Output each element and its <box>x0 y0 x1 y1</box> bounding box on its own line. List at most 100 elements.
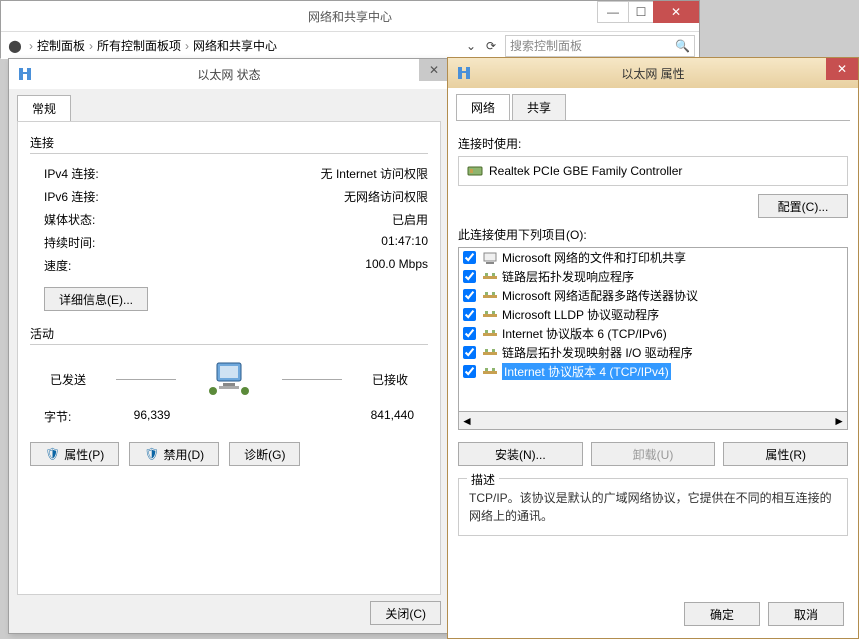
item-checkbox[interactable] <box>463 251 476 264</box>
tab-strip: 网络 共享 <box>448 88 858 120</box>
network-icon <box>17 66 33 82</box>
activity-group-label: 活动 <box>30 325 428 345</box>
description-text: TCP/IP。该协议是默认的广域网络协议，它提供在不同的相互连接的网络上的通讯。 <box>469 489 837 525</box>
ethernet-status-dialog: 以太网 状态 ✕ 常规 连接 IPv4 连接:无 Internet 访问权限 I… <box>8 58 450 634</box>
adapter-icon <box>467 163 483 179</box>
description-legend: 描述 <box>467 471 499 488</box>
install-button[interactable]: 安装(N)... <box>458 442 583 466</box>
dialog-titlebar: 以太网 状态 ✕ <box>9 59 449 89</box>
item-label: Internet 协议版本 6 (TCP/IPv6) <box>502 325 667 342</box>
connect-using-label: 连接时使用: <box>458 135 848 152</box>
search-icon: 🔍 <box>675 39 690 53</box>
breadcrumb-bar: ⬤ › 控制面板 › 所有控制面板项 › 网络和共享中心 ⌄ ⟳ 搜索控制面板 … <box>1 31 699 59</box>
duration-label: 持续时间: <box>44 234 95 251</box>
speed-value: 100.0 Mbps <box>365 257 428 274</box>
item-checkbox[interactable] <box>463 289 476 302</box>
breadcrumb-item[interactable]: 网络和共享中心 <box>193 37 277 54</box>
ipv6-label: IPv6 连接: <box>44 188 99 205</box>
item-checkbox[interactable] <box>463 327 476 340</box>
tab-network[interactable]: 网络 <box>456 94 510 120</box>
cancel-button[interactable]: 取消 <box>768 602 844 626</box>
duration-value: 01:47:10 <box>381 234 428 251</box>
list-item[interactable]: Internet 协议版本 6 (TCP/IPv6) <box>459 324 847 343</box>
bytes-label: 字节: <box>44 408 71 425</box>
search-placeholder: 搜索控制面板 <box>510 37 582 54</box>
list-item[interactable]: Microsoft LLDP 协议驱动程序 <box>459 305 847 324</box>
media-value: 已启用 <box>392 211 428 228</box>
uninstall-button: 卸载(U) <box>591 442 716 466</box>
items-label: 此连接使用下列项目(O): <box>458 226 848 243</box>
list-item[interactable]: Microsoft 网络的文件和打印机共享 <box>459 248 847 267</box>
scroll-left-icon[interactable]: ◄ <box>461 414 473 428</box>
bytes-sent-value: 96,339 <box>71 408 232 425</box>
scroll-right-icon[interactable]: ► <box>833 414 845 428</box>
close-button[interactable]: ✕ <box>653 1 699 23</box>
window-title: 网络和共享中心 <box>308 8 392 25</box>
item-label: 链路层拓扑发现映射器 I/O 驱动程序 <box>502 344 693 361</box>
shield-icon: 🛡 <box>45 447 60 461</box>
horizontal-scrollbar[interactable]: ◄ ► <box>458 412 848 430</box>
bytes-recv-value: 841,440 <box>253 408 414 425</box>
item-checkbox[interactable] <box>463 365 476 378</box>
window-titlebar: 网络和共享中心 — ☐ ✕ <box>1 1 699 31</box>
close-dialog-button[interactable]: 关闭(C) <box>370 601 441 625</box>
list-item[interactable]: Microsoft 网络适配器多路传送器协议 <box>459 286 847 305</box>
tab-strip: 常规 <box>9 89 449 121</box>
item-properties-button[interactable]: 属性(R) <box>723 442 848 466</box>
tab-content: 连接时使用: Realtek PCIe GBE Family Controlle… <box>448 121 858 542</box>
tab-sharing[interactable]: 共享 <box>512 94 566 120</box>
speed-label: 速度: <box>44 257 71 274</box>
item-label: Microsoft LLDP 协议驱动程序 <box>502 306 659 323</box>
chevron-down-icon[interactable]: ⌄ <box>461 39 481 53</box>
properties-button[interactable]: 🛡属性(P) <box>30 442 119 466</box>
refresh-icon[interactable]: ⟳ <box>481 39 501 53</box>
shield-icon: 🛡 <box>144 447 159 461</box>
item-label: Internet 协议版本 4 (TCP/IPv4) <box>502 363 671 380</box>
tab-general[interactable]: 常规 <box>17 95 71 121</box>
media-label: 媒体状态: <box>44 211 95 228</box>
tab-content: 连接 IPv4 连接:无 Internet 访问权限 IPv6 连接:无网络访问… <box>17 121 441 595</box>
protocol-icon <box>482 308 498 322</box>
protocol-icon <box>482 289 498 303</box>
history-icon[interactable]: ⬤ <box>5 39 25 53</box>
sent-label: 已发送 <box>50 371 86 388</box>
breadcrumb-item[interactable]: 控制面板 <box>37 37 85 54</box>
minimize-button[interactable]: — <box>597 1 629 23</box>
maximize-button[interactable]: ☐ <box>628 1 654 23</box>
item-checkbox[interactable] <box>463 270 476 283</box>
dialog-title: 以太网 属性 <box>621 65 684 82</box>
service-icon <box>482 251 498 265</box>
recv-label: 已接收 <box>372 371 408 388</box>
close-button[interactable]: ✕ <box>419 59 449 81</box>
item-label: 链路层拓扑发现响应程序 <box>502 268 634 285</box>
adapter-name: Realtek PCIe GBE Family Controller <box>489 164 682 178</box>
ipv4-label: IPv4 连接: <box>44 165 99 182</box>
protocol-icon <box>482 327 498 341</box>
list-item[interactable]: 链路层拓扑发现映射器 I/O 驱动程序 <box>459 343 847 362</box>
item-label: Microsoft 网络适配器多路传送器协议 <box>502 287 698 304</box>
item-checkbox[interactable] <box>463 346 476 359</box>
list-item[interactable]: 链路层拓扑发现响应程序 <box>459 267 847 286</box>
breadcrumb-item[interactable]: 所有控制面板项 <box>97 37 181 54</box>
item-label: Microsoft 网络的文件和打印机共享 <box>502 249 686 266</box>
network-items-list[interactable]: Microsoft 网络的文件和打印机共享链路层拓扑发现响应程序 Microsof… <box>458 247 848 412</box>
close-button[interactable]: ✕ <box>826 58 858 80</box>
list-item[interactable]: Internet 协议版本 4 (TCP/IPv4) <box>459 362 847 381</box>
protocol-icon <box>482 365 498 379</box>
ethernet-properties-dialog: 以太网 属性 ✕ 网络 共享 连接时使用: Realtek PCIe GBE F… <box>447 57 859 639</box>
network-icon <box>456 65 472 81</box>
disable-button[interactable]: 🛡禁用(D) <box>129 442 219 466</box>
search-input[interactable]: 搜索控制面板 🔍 <box>505 35 695 57</box>
description-group: 描述 TCP/IP。该协议是默认的广域网络协议，它提供在不同的相互连接的网络上的… <box>458 478 848 536</box>
protocol-icon <box>482 270 498 284</box>
connection-group-label: 连接 <box>30 134 428 154</box>
diagnose-button[interactable]: 诊断(G) <box>229 442 300 466</box>
item-checkbox[interactable] <box>463 308 476 321</box>
details-button[interactable]: 详细信息(E)... <box>44 287 148 311</box>
ok-button[interactable]: 确定 <box>684 602 760 626</box>
adapter-box: Realtek PCIe GBE Family Controller <box>458 156 848 186</box>
ipv6-value: 无网络访问权限 <box>344 188 428 205</box>
dialog-title: 以太网 状态 <box>197 66 260 83</box>
network-center-window: 网络和共享中心 — ☐ ✕ ⬤ › 控制面板 › 所有控制面板项 › 网络和共享… <box>0 0 700 58</box>
configure-button[interactable]: 配置(C)... <box>758 194 848 218</box>
